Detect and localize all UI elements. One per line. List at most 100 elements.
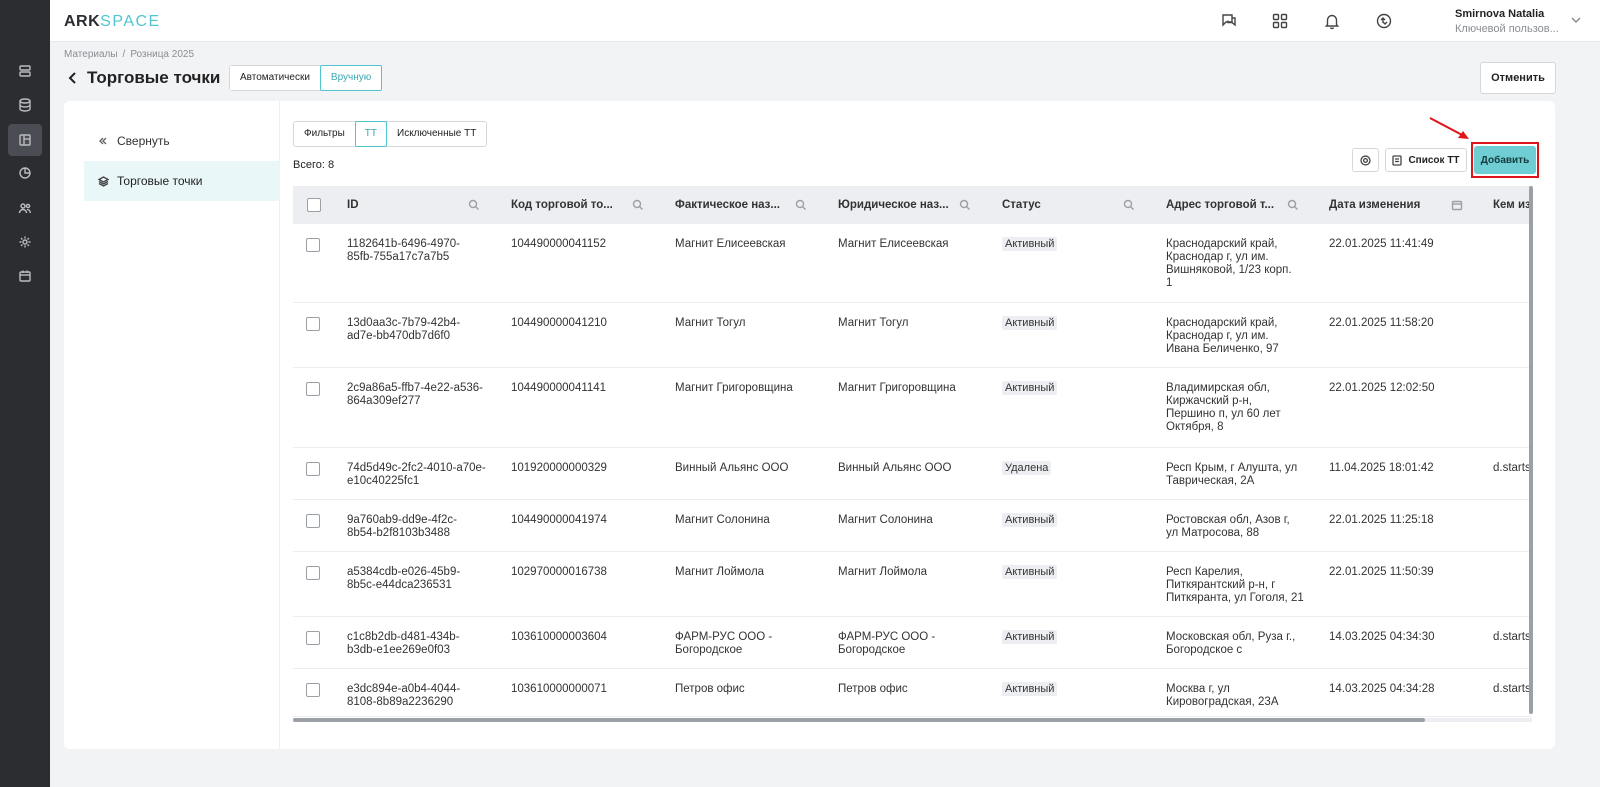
table-row[interactable]: 2c9a86a5-ffb7-4e22-a536- 864a309ef277 1044… <box>293 368 1532 448</box>
pointer-arrow-icon <box>1429 117 1469 139</box>
cell-address-line3: Питкяранта, ул Гоголя, 21 <box>1166 592 1304 604</box>
header-status[interactable]: Статус <box>1002 186 1041 224</box>
table-row[interactable]: 74d5d49c-2fc2-4010-a70e-e10c40225fc1 1019… <box>293 448 1532 500</box>
rail-materials-button[interactable] <box>8 124 42 156</box>
back-arrow-icon[interactable] <box>66 71 80 85</box>
cell-date: 22.01.2025 11:58:20 <box>1329 317 1434 329</box>
logo-text-space: SPACE <box>100 13 161 30</box>
row-checkbox[interactable] <box>306 382 320 396</box>
row-checkbox[interactable] <box>306 631 320 645</box>
select-all-checkbox[interactable] <box>307 198 321 212</box>
cell-code: 103610000003604 <box>511 631 607 643</box>
mode-manual-button[interactable]: Вручную <box>319 65 383 91</box>
rail-settings-button[interactable] <box>8 226 42 258</box>
layers-icon <box>98 175 109 187</box>
rail-calendar-button[interactable] <box>8 260 42 292</box>
status-badge: Активный <box>1002 316 1058 330</box>
row-checkbox[interactable] <box>306 683 320 697</box>
cell-fact-name: Магнит Лоймола <box>675 566 765 578</box>
cell-legal-name: Петров офис <box>838 683 908 695</box>
cell-address: Краснодарский край, <box>1166 238 1278 250</box>
search-icon[interactable] <box>632 199 644 211</box>
header-author[interactable]: Кем из <box>1493 186 1531 224</box>
table-row[interactable]: e3dc894e-a0b4-4044- 8108-8b89a2236290 1036… <box>293 669 1532 717</box>
table-row[interactable]: 1182641b-6496-4970- 85fb-755a17c7a7b5 1044… <box>293 224 1532 303</box>
chevron-down-icon[interactable] <box>1570 14 1582 26</box>
search-icon[interactable] <box>1123 199 1135 211</box>
apps-grid-icon[interactable] <box>1269 10 1291 32</box>
collapse-button[interactable]: Свернуть <box>98 134 170 148</box>
row-checkbox[interactable] <box>306 566 320 580</box>
tab-excluded-tt[interactable]: Исключенные ТТ <box>387 122 486 146</box>
table-row[interactable]: a5384cdb-e026-45b9- 8b5c-e44dca236531 1029… <box>293 552 1532 617</box>
table-row[interactable]: 13d0aa3c-7b79-42b4- ad7e-bb470db7d6f0 1044… <box>293 303 1532 368</box>
cell-id: e3dc894e-a0b4-4044- <box>347 683 461 695</box>
status-badge: Активный <box>1002 565 1058 579</box>
rail-analytics-button[interactable] <box>8 157 42 189</box>
cell-date: 11.04.2025 18:01:42 <box>1329 462 1434 474</box>
rail-database-button[interactable] <box>8 89 42 121</box>
header-id[interactable]: ID <box>347 186 359 224</box>
cell-author: d.starts <box>1493 631 1531 643</box>
cell-address-line2: Питкярантский р-н, г <box>1166 579 1276 591</box>
rail-server-button[interactable] <box>8 55 42 87</box>
cell-id: c1c8b2db-d481-434b- <box>347 631 460 643</box>
rail-users-button[interactable] <box>8 192 42 224</box>
search-icon[interactable] <box>1287 199 1299 211</box>
cell-id: 1182641b-6496-4970- <box>347 238 460 250</box>
cell-author: d.starts <box>1493 462 1531 474</box>
search-icon[interactable] <box>795 199 807 211</box>
cell-fact-name: Винный Альянс ООО <box>675 462 789 474</box>
tab-filters[interactable]: Фильтры <box>294 122 355 146</box>
calendar-icon[interactable] <box>1451 199 1463 211</box>
header-fact-name[interactable]: Фактическое наз... <box>675 186 780 224</box>
breadcrumb-current[interactable]: Розница 2025 <box>130 49 194 60</box>
sync-icon[interactable] <box>1373 10 1395 32</box>
total-count: Всего: 8 <box>293 159 335 171</box>
cell-fact-name: ФАРМ-РУС ООО - <box>675 631 773 643</box>
header-address[interactable]: Адрес торговой т... <box>1166 186 1274 224</box>
cell-address-line3: Першино п, ул 60 лет <box>1166 408 1281 420</box>
row-checkbox[interactable] <box>306 514 320 528</box>
tab-tt[interactable]: ТТ <box>354 121 387 147</box>
cell-address: Респ Карелия, <box>1166 566 1243 578</box>
cell-address-line4: 1 <box>1166 277 1173 289</box>
cell-author: d.starts <box>1493 683 1531 695</box>
table-row[interactable]: c1c8b2db-d481-434b-b3db-e1ee269e0f03 1036… <box>293 617 1532 669</box>
cell-code: 104490000041152 <box>511 238 607 250</box>
row-checkbox[interactable] <box>306 238 320 252</box>
cell-legal-name: Магнит Тогул <box>838 317 909 329</box>
user-menu[interactable]: Smirnova Natalia Ключевой пользов... <box>1455 8 1559 35</box>
cell-date: 14.03.2025 04:34:28 <box>1329 683 1435 695</box>
mode-auto-button[interactable]: Автоматически <box>230 66 320 90</box>
table-settings-button[interactable] <box>1352 148 1379 172</box>
row-checkbox[interactable] <box>306 462 320 476</box>
cell-address-line2: Таврическая, 2А <box>1166 475 1255 487</box>
search-icon[interactable] <box>959 199 971 211</box>
header-legal-name[interactable]: Юридическое наз... <box>838 186 949 224</box>
header-code[interactable]: Код торговой то... <box>511 186 613 224</box>
cell-code: 104490000041974 <box>511 514 607 526</box>
header-date[interactable]: Дата изменения <box>1329 186 1420 224</box>
sidebar-item-trade-points[interactable]: Торговые точки <box>84 161 280 201</box>
vertical-scrollbar[interactable] <box>1529 186 1533 714</box>
cancel-button[interactable]: Отменить <box>1480 62 1556 94</box>
add-button[interactable]: Добавить <box>1474 146 1536 174</box>
cell-legal-name: Магнит Елисеевская <box>838 238 949 250</box>
help-chat-icon[interactable] <box>1218 10 1240 32</box>
breadcrumb-root[interactable]: Материалы <box>64 49 118 60</box>
table-row[interactable]: 9a760ab9-dd9e-4f2c- 8b54-b2f8103b3488 1044… <box>293 500 1532 552</box>
app-logo[interactable]: ARKSPACE <box>64 13 161 31</box>
horizontal-scrollbar[interactable] <box>293 718 1425 722</box>
cell-date: 22.01.2025 11:41:49 <box>1329 238 1434 250</box>
cell-date: 22.01.2025 12:02:50 <box>1329 382 1435 394</box>
row-checkbox[interactable] <box>306 317 320 331</box>
tt-list-button[interactable]: Список ТТ <box>1385 148 1467 172</box>
search-icon[interactable] <box>468 199 480 211</box>
bell-icon[interactable] <box>1321 10 1343 32</box>
cell-address: Респ Крым, г Алушта, ул <box>1166 462 1298 474</box>
sidebar-item-label: Торговые точки <box>117 174 203 188</box>
cell-date: 22.01.2025 11:50:39 <box>1329 566 1434 578</box>
collapse-label: Свернуть <box>117 134 170 148</box>
cell-code: 103610000000071 <box>511 683 607 695</box>
